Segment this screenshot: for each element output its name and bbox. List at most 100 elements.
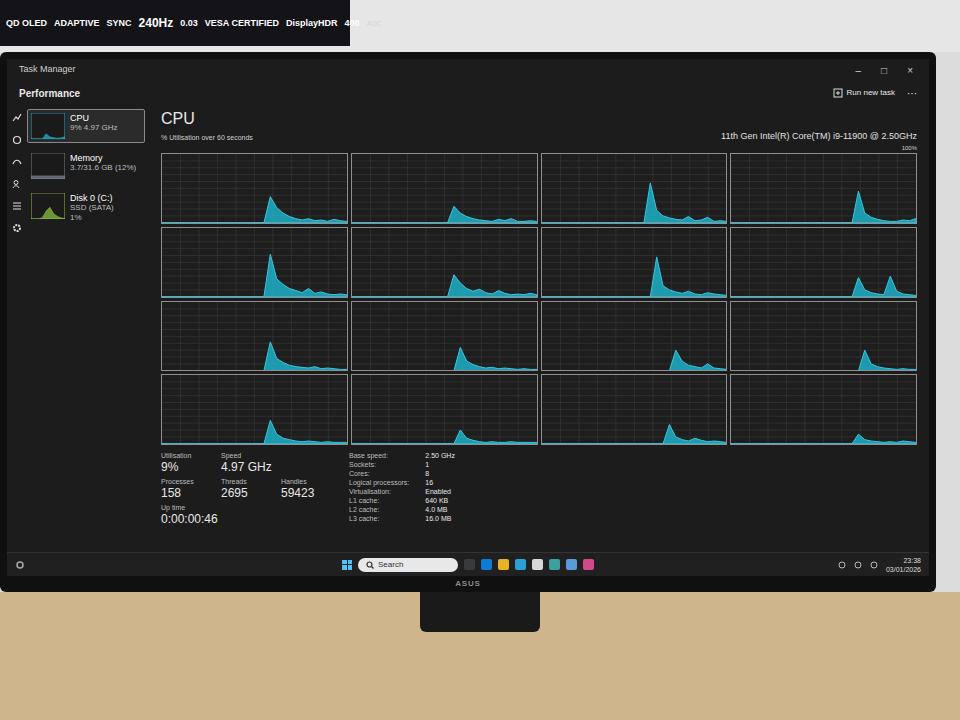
- sidebar-item[interactable]: CPU9% 4.97 GHz: [27, 109, 145, 143]
- sidebar-item-detail: 1%: [70, 213, 114, 222]
- app-icon[interactable]: [464, 559, 475, 570]
- sidebar-item-text: Disk 0 (C:)SSD (SATA)1%: [70, 193, 114, 222]
- minimize-button[interactable]: –: [852, 63, 866, 78]
- stat-label: Up time: [161, 503, 218, 512]
- spec-value: 4.0 MB: [425, 505, 455, 514]
- core-graph: [730, 301, 917, 372]
- sidebar-graph: [31, 113, 65, 139]
- spec-label: Cores:: [349, 469, 409, 478]
- clock-date[interactable]: 03/01/2026: [886, 565, 921, 574]
- spec-value: 1: [425, 460, 455, 469]
- utilisation-area: [731, 434, 916, 444]
- core-graph-plot: [352, 302, 537, 371]
- services-icon[interactable]: [12, 223, 22, 233]
- more-button[interactable]: ···: [907, 86, 917, 101]
- nav-rail: [7, 105, 27, 552]
- stats-area: Utilisation9%Speed4.97 GHzProcesses158Th…: [161, 445, 917, 526]
- sticker-label: VESA CERTIFIED: [205, 19, 279, 28]
- start-icon[interactable]: [342, 560, 352, 570]
- spec-value: Enabled: [425, 487, 455, 496]
- sticker-label: QD OLED: [6, 19, 47, 28]
- sidebar-graph-fill: [31, 134, 65, 139]
- core-graph: [730, 227, 917, 298]
- app-icon[interactable]: [583, 559, 594, 570]
- spec-value: 640 KB: [425, 496, 455, 505]
- details-icon[interactable]: [12, 201, 22, 211]
- search-box[interactable]: Search: [358, 558, 458, 572]
- utilisation-area: [542, 183, 727, 223]
- search-placeholder[interactable]: Search: [378, 559, 403, 571]
- clock[interactable]: 23:3803/01/2026: [886, 556, 921, 574]
- stat-label: Threads: [221, 477, 265, 486]
- performance-icon[interactable]: [12, 113, 22, 123]
- wall: QD OLEDADAPTIVESYNC240Hz0.03VESA CERTIFI…: [0, 0, 960, 52]
- core-graph: [730, 374, 917, 445]
- stat-value: 158: [161, 486, 205, 500]
- stat-label: Processes: [161, 477, 205, 486]
- close-button[interactable]: ×: [903, 63, 917, 78]
- core-graph-plot: [731, 154, 916, 223]
- core-graph: [161, 374, 348, 445]
- run-task-button[interactable]: Run new task: [833, 87, 895, 99]
- monitor-chin: ASUS: [7, 576, 929, 592]
- app-icon[interactable]: [481, 559, 492, 570]
- monitor-stand: [420, 592, 540, 632]
- history-icon[interactable]: [12, 135, 22, 145]
- core-graph: [351, 301, 538, 372]
- core-graph-plot: [542, 302, 727, 371]
- max-label-row: 100%: [161, 143, 917, 153]
- panel-subheader: % Utilisation over 60 seconds11th Gen In…: [161, 129, 917, 143]
- app-icon[interactable]: [549, 559, 560, 570]
- core-graph: [351, 153, 538, 224]
- run-task-label[interactable]: Run new task: [847, 87, 895, 99]
- core-graph-plot: [162, 302, 347, 371]
- body: CPU9% 4.97 GHz Memory3.7/31.6 GB (12%) Dis…: [7, 105, 929, 552]
- sidebar-item[interactable]: Memory3.7/31.6 GB (12%): [27, 149, 145, 183]
- sidebar-item-text: Memory3.7/31.6 GB (12%): [70, 153, 136, 173]
- sidebar-item[interactable]: Disk 0 (C:)SSD (SATA)1%: [27, 189, 145, 226]
- utilisation-area: [352, 206, 537, 223]
- start-icon-pane: [348, 565, 353, 570]
- app-icon[interactable]: [498, 559, 509, 570]
- app-icon[interactable]: [532, 559, 543, 570]
- users-icon[interactable]: [12, 179, 22, 189]
- sidebar-item-title: CPU: [70, 113, 118, 123]
- volume-icon: [854, 561, 862, 569]
- window-title: Task Manager: [19, 63, 76, 77]
- stats-left: Utilisation9%Speed4.97 GHzProcesses158Th…: [161, 451, 325, 526]
- spec-label: Sockets:: [349, 460, 409, 469]
- app-icon[interactable]: [515, 559, 526, 570]
- clock-time[interactable]: 23:38: [903, 556, 921, 565]
- stat-label: Speed: [221, 451, 272, 460]
- sidebar-item-text: CPU9% 4.97 GHz: [70, 113, 118, 133]
- stat-value: 9%: [161, 460, 205, 474]
- stat-value: 0:00:00:46: [161, 512, 218, 526]
- core-graph-plot: [542, 375, 727, 444]
- maximize-button[interactable]: □: [877, 63, 891, 78]
- header-bar: PerformanceRun new task···: [7, 81, 929, 105]
- core-graph: [161, 227, 348, 298]
- core-graph: [541, 374, 728, 445]
- spec-label: L2 cache:: [349, 505, 409, 514]
- stat-value: 59423: [281, 486, 325, 500]
- spec-label: Base speed:: [349, 451, 409, 460]
- start-icon-pane: [348, 560, 353, 565]
- app-icon[interactable]: [566, 559, 577, 570]
- stat: Up time0:00:00:46: [161, 503, 218, 526]
- spec-label: L1 cache:: [349, 496, 409, 505]
- core-graph-plot: [352, 228, 537, 297]
- sticker-label: 240Hz: [139, 17, 174, 29]
- stats-row: Processes158Threads2695Handles59423: [161, 477, 325, 500]
- spec-value: 8: [425, 469, 455, 478]
- monitor: Task Manager–□×PerformanceRun new task··…: [0, 52, 936, 592]
- taskbar-center: Search: [165, 558, 771, 572]
- startup-icon[interactable]: [12, 157, 22, 167]
- brand-logo: ASUS: [455, 578, 480, 590]
- screen: Task Manager–□×PerformanceRun new task··…: [7, 59, 929, 576]
- sidebar-item-title: Memory: [70, 153, 136, 163]
- core-graph-plot: [731, 375, 916, 444]
- core-graph: [730, 153, 917, 224]
- window-controls: –□ ×: [852, 63, 917, 78]
- sticker-label: AOC: [367, 20, 382, 27]
- core-graph-plot: [162, 154, 347, 223]
